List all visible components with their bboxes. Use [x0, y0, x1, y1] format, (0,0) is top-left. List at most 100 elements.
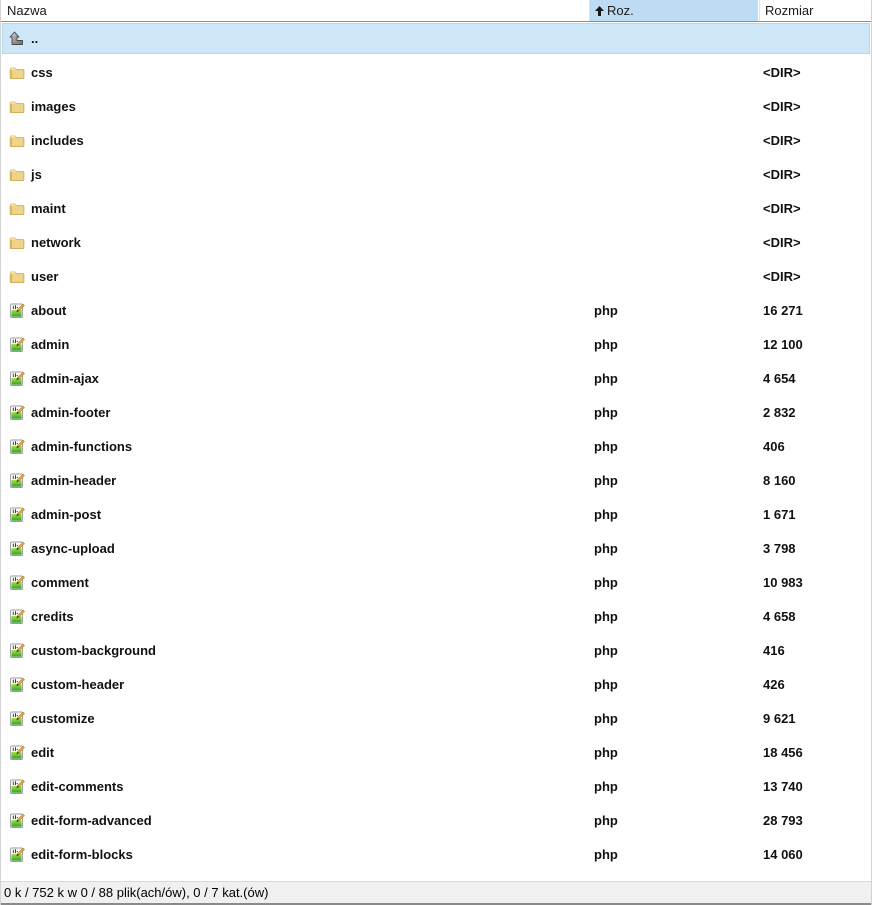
file-row[interactable]: about php 16 271 — [1, 294, 871, 328]
file-row[interactable]: admin php 12 100 — [1, 328, 871, 362]
folder-icon — [9, 99, 25, 115]
file-extension: php — [594, 328, 618, 362]
file-extension: php — [594, 804, 618, 838]
column-header-row: Nazwa Roz. Rozmiar — [1, 0, 871, 22]
file-row[interactable]: edit-form-comments php 3 405 — [1, 872, 871, 881]
file-name: custom-background — [31, 634, 156, 668]
file-name: async-upload — [31, 532, 115, 566]
file-name: images — [31, 90, 76, 124]
file-name: admin — [31, 328, 69, 362]
file-size: 9 621 — [763, 702, 796, 736]
file-extension: php — [594, 396, 618, 430]
file-name: .. — [31, 22, 38, 56]
folder-row[interactable]: js <DIR> — [1, 158, 871, 192]
folder-icon — [9, 201, 25, 217]
file-row[interactable]: edit php 18 456 — [1, 736, 871, 770]
php-file-icon — [9, 779, 25, 795]
php-file-icon — [9, 711, 25, 727]
php-file-icon — [9, 847, 25, 863]
file-size: <DIR> — [763, 192, 801, 226]
file-name: edit — [31, 736, 54, 770]
file-size: <DIR> — [763, 260, 801, 294]
folder-row[interactable]: network <DIR> — [1, 226, 871, 260]
folder-icon — [9, 269, 25, 285]
file-name: edit-comments — [31, 770, 123, 804]
file-name: comment — [31, 566, 89, 600]
file-size: 13 740 — [763, 770, 803, 804]
file-extension: php — [594, 600, 618, 634]
php-file-icon — [9, 609, 25, 625]
folder-icon — [9, 133, 25, 149]
column-header-extension[interactable]: Roz. — [589, 0, 759, 21]
php-file-icon — [9, 813, 25, 829]
file-row[interactable]: comment php 10 983 — [1, 566, 871, 600]
file-row[interactable]: admin-post php 1 671 — [1, 498, 871, 532]
php-file-icon — [9, 677, 25, 693]
file-extension: php — [594, 838, 618, 872]
file-row[interactable]: custom-background php 416 — [1, 634, 871, 668]
column-header-name[interactable]: Nazwa — [1, 0, 589, 21]
file-size: 18 456 — [763, 736, 803, 770]
file-row[interactable]: admin-footer php 2 832 — [1, 396, 871, 430]
file-row[interactable]: customize php 9 621 — [1, 702, 871, 736]
php-file-icon — [9, 473, 25, 489]
column-header-size-label: Rozmiar — [765, 3, 813, 18]
file-name: maint — [31, 192, 66, 226]
file-size: 28 793 — [763, 804, 803, 838]
file-size: 406 — [763, 430, 785, 464]
file-size: 3 798 — [763, 532, 796, 566]
file-row[interactable]: edit-form-advanced php 28 793 — [1, 804, 871, 838]
file-name: credits — [31, 600, 74, 634]
file-size: <DIR> — [763, 226, 801, 260]
file-panel: Nazwa Roz. Rozmiar .. — [0, 0, 872, 905]
file-size: 8 160 — [763, 464, 796, 498]
file-extension: php — [594, 532, 618, 566]
file-extension: php — [594, 736, 618, 770]
parent-dir-row[interactable]: .. — [1, 22, 871, 56]
file-row[interactable]: edit-form-blocks php 14 060 — [1, 838, 871, 872]
file-name: network — [31, 226, 81, 260]
folder-row[interactable]: user <DIR> — [1, 260, 871, 294]
php-file-icon — [9, 745, 25, 761]
file-size: <DIR> — [763, 56, 801, 90]
folder-row[interactable]: css <DIR> — [1, 56, 871, 90]
file-size: 10 983 — [763, 566, 803, 600]
file-extension: php — [594, 872, 618, 881]
file-extension: php — [594, 770, 618, 804]
file-size: 4 658 — [763, 600, 796, 634]
file-extension: php — [594, 362, 618, 396]
file-size: 4 654 — [763, 362, 796, 396]
column-header-extension-label: Roz. — [607, 3, 634, 18]
file-name: custom-header — [31, 668, 124, 702]
file-name: about — [31, 294, 66, 328]
file-extension: php — [594, 634, 618, 668]
file-name: admin-ajax — [31, 362, 99, 396]
file-extension: php — [594, 702, 618, 736]
folder-row[interactable]: images <DIR> — [1, 90, 871, 124]
file-row[interactable]: async-upload php 3 798 — [1, 532, 871, 566]
up-directory-icon — [9, 31, 25, 47]
column-header-size[interactable]: Rozmiar — [759, 0, 871, 21]
folder-row[interactable]: maint <DIR> — [1, 192, 871, 226]
file-extension: php — [594, 294, 618, 328]
file-size: <DIR> — [763, 90, 801, 124]
php-file-icon — [9, 507, 25, 523]
column-header-name-label: Nazwa — [7, 3, 47, 18]
file-row[interactable]: custom-header php 426 — [1, 668, 871, 702]
file-extension: php — [594, 566, 618, 600]
file-extension: php — [594, 430, 618, 464]
file-name: admin-header — [31, 464, 116, 498]
file-row[interactable]: credits php 4 658 — [1, 600, 871, 634]
file-extension: php — [594, 668, 618, 702]
file-name: admin-post — [31, 498, 101, 532]
file-name: edit-form-advanced — [31, 804, 152, 838]
file-name: admin-functions — [31, 430, 132, 464]
file-row[interactable]: admin-ajax php 4 654 — [1, 362, 871, 396]
file-row[interactable]: admin-header php 8 160 — [1, 464, 871, 498]
file-name: customize — [31, 702, 95, 736]
folder-icon — [9, 65, 25, 81]
file-row[interactable]: edit-comments php 13 740 — [1, 770, 871, 804]
folder-row[interactable]: includes <DIR> — [1, 124, 871, 158]
file-row[interactable]: admin-functions php 406 — [1, 430, 871, 464]
file-size: 14 060 — [763, 838, 803, 872]
